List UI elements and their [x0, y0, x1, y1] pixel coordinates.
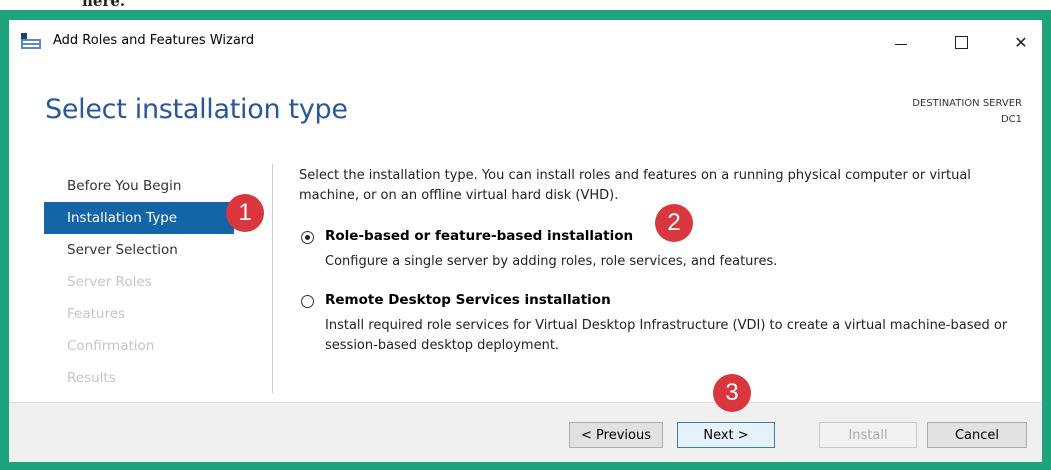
- minimize-button[interactable]: [881, 26, 921, 58]
- option-title[interactable]: Role-based or feature-based installation: [325, 228, 633, 244]
- content-pane: Select the installation type. You can in…: [299, 166, 1029, 353]
- nav-item-server-selection[interactable]: Server Selection: [44, 234, 234, 266]
- top-strip: here.: [0, 0, 1051, 10]
- window-title: Add Roles and Features Wizard: [53, 33, 255, 48]
- cancel-button[interactable]: Cancel: [927, 422, 1027, 448]
- option-description: Configure a single server by adding role…: [325, 254, 778, 269]
- option-description: Install required role services for Virtu…: [325, 318, 1008, 353]
- nav-item-results: Results: [67, 370, 116, 386]
- wizard-nav: Before You Begin Installation Type Serve…: [44, 170, 234, 394]
- close-button[interactable]: ✕: [1001, 26, 1041, 58]
- nav-item-before-you-begin[interactable]: Before You Begin: [44, 170, 234, 202]
- cropped-text: here.: [82, 0, 126, 10]
- step-badge-3: 3: [713, 374, 751, 412]
- server-manager-icon: [21, 33, 41, 49]
- install-button: Install: [819, 422, 917, 448]
- nav-item-installation-type[interactable]: Installation Type: [44, 202, 234, 234]
- intro-text: Select the installation type. You can in…: [299, 168, 971, 203]
- maximize-button[interactable]: [941, 26, 981, 58]
- title-bar: Add Roles and Features Wizard ✕: [9, 20, 1042, 64]
- radio-remote-desktop[interactable]: [301, 295, 314, 308]
- option-title[interactable]: Remote Desktop Services installation: [325, 292, 611, 308]
- destination-value: DC1: [1000, 114, 1022, 125]
- nav-item-features: Features: [67, 306, 126, 322]
- close-icon: ✕: [1014, 32, 1028, 52]
- page-title: Select installation type: [45, 94, 348, 125]
- wizard-window: Add Roles and Features Wizard ✕ Select i…: [9, 20, 1042, 462]
- next-button[interactable]: Next >: [677, 422, 775, 448]
- nav-item-confirmation: Confirmation: [67, 338, 155, 354]
- previous-button[interactable]: < Previous: [569, 422, 663, 448]
- nav-divider: [272, 164, 273, 393]
- destination-label: DESTINATION SERVER: [912, 98, 1022, 109]
- step-badge-1: 1: [226, 194, 264, 232]
- minimize-icon: [895, 43, 907, 45]
- maximize-icon: [954, 35, 968, 49]
- button-bar: < Previous Next > Install Cancel: [9, 402, 1042, 462]
- destination-server: DESTINATION SERVER DC1: [912, 96, 1022, 128]
- nav-item-server-roles: Server Roles: [67, 274, 152, 290]
- radio-role-based[interactable]: [301, 231, 314, 244]
- step-badge-2: 2: [655, 204, 693, 242]
